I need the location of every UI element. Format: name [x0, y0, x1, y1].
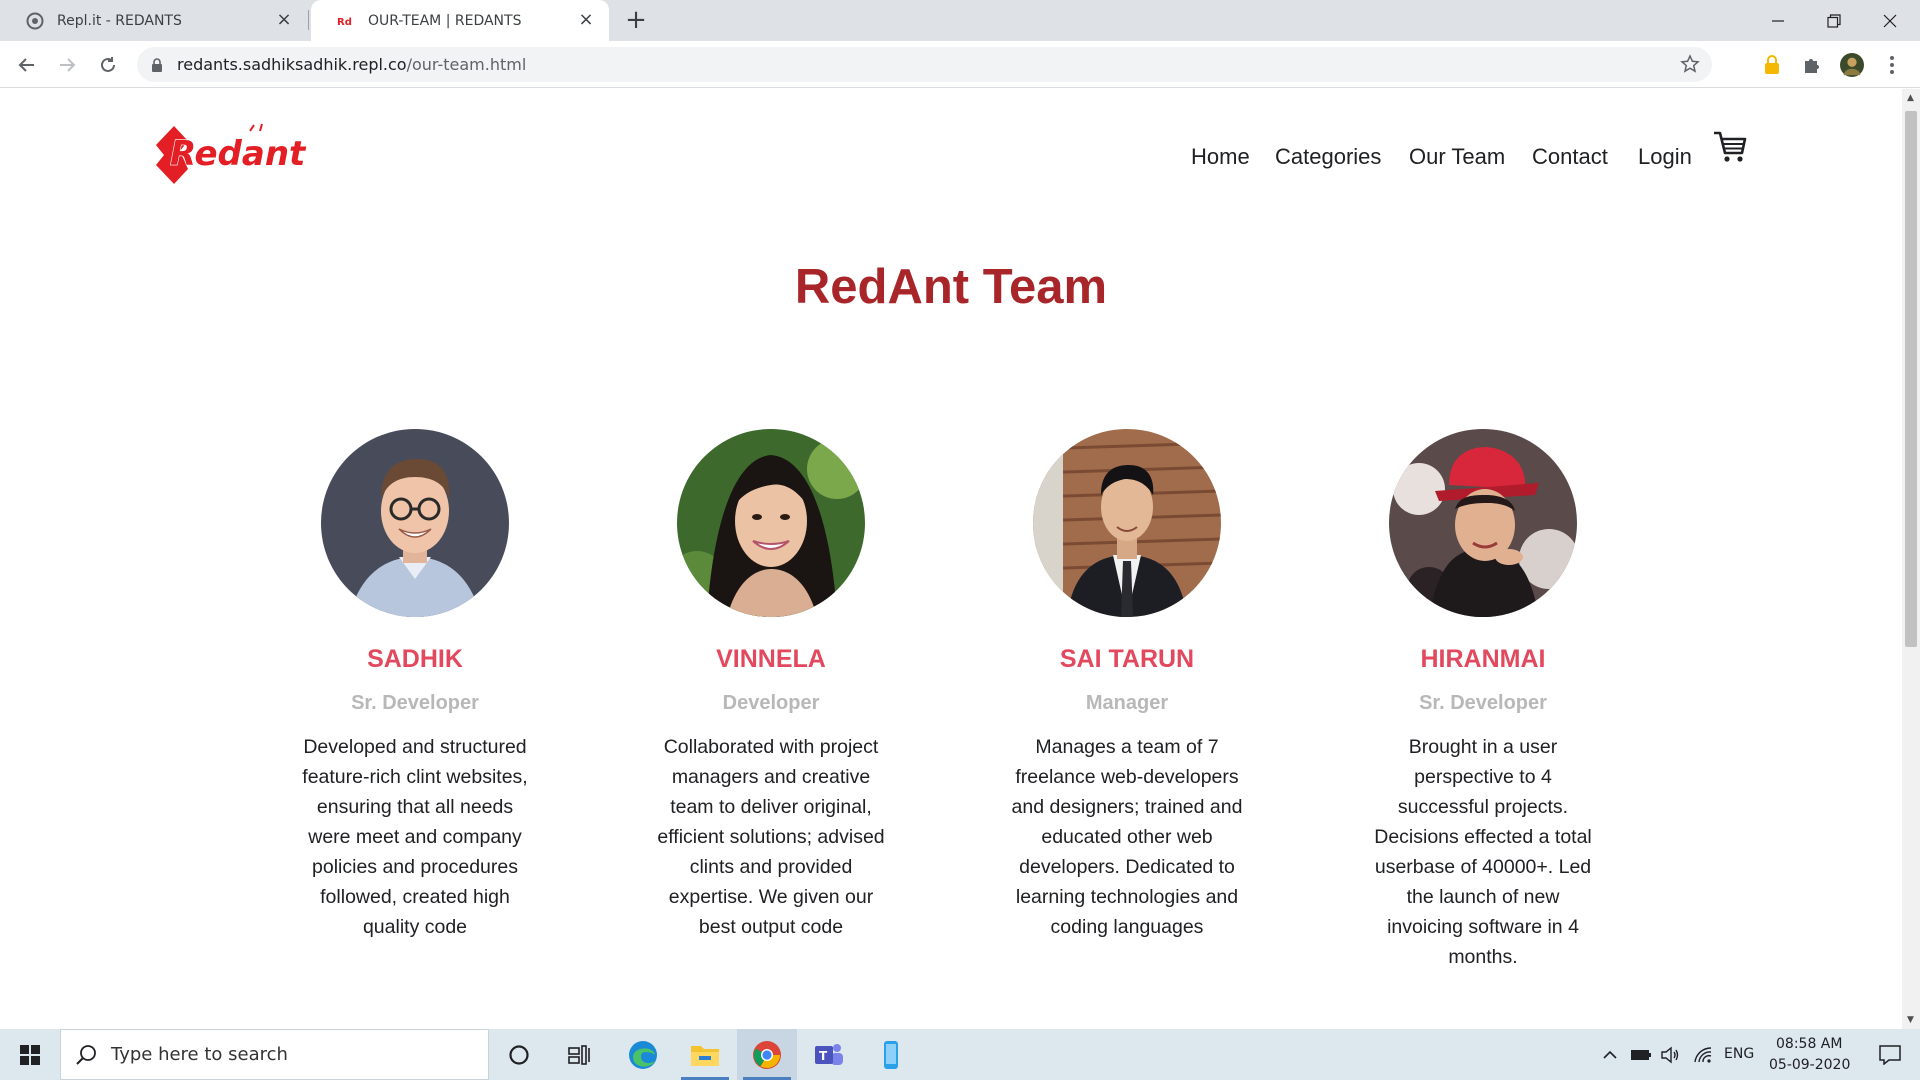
teams-icon[interactable]: T: [799, 1029, 859, 1080]
nav-contact[interactable]: Contact: [1532, 144, 1608, 170]
language-indicator[interactable]: ENG: [1724, 1046, 1754, 1062]
member-name: SADHIK: [367, 645, 463, 673]
cortana-circle-icon[interactable]: [489, 1029, 549, 1080]
member-name: SAI TARUN: [1059, 645, 1195, 673]
url-text: redants.sadhiksadhik.repl.co/our-team.ht…: [177, 55, 526, 74]
member-role: Manager: [1085, 692, 1169, 714]
member-description: Developed and structured feature-rich cl…: [302, 736, 528, 938]
new-tab-plus-icon[interactable]: +: [624, 7, 648, 33]
svg-text:T: T: [819, 1049, 828, 1063]
team-member-card: SADHIK Sr. Developer Developed and struc…: [285, 429, 545, 942]
restore-icon[interactable]: [1806, 0, 1862, 41]
member-name: VINNELA: [716, 645, 826, 673]
clock-time[interactable]: 08:58 AM: [1776, 1036, 1842, 1052]
member-description: Brought in a user perspective to 4 succe…: [1374, 736, 1592, 968]
team-member-card: VINNELA Developer Collaborated with proj…: [641, 429, 901, 942]
battery-icon[interactable]: [1626, 1029, 1656, 1080]
member-photo: [1389, 429, 1577, 617]
lock-extension-icon[interactable]: [1760, 53, 1784, 77]
tray-overflow-chevron-icon[interactable]: [1596, 1029, 1624, 1080]
svg-text:Rd: Rd: [337, 17, 352, 28]
member-description: Manages a team of 7 freelance web-develo…: [1011, 736, 1243, 938]
nav-our-team[interactable]: Our Team: [1409, 144, 1505, 170]
nav-categories[interactable]: Categories: [1275, 144, 1381, 170]
member-name: HIRANMAI: [1420, 645, 1546, 673]
windows-start-icon[interactable]: [0, 1029, 60, 1080]
chrome-browser-icon[interactable]: [737, 1029, 797, 1080]
bookmark-star-icon[interactable]: [1680, 54, 1700, 78]
profile-avatar[interactable]: [1840, 53, 1864, 77]
nav-login[interactable]: Login: [1638, 144, 1692, 170]
back-arrow-icon[interactable]: [13, 51, 41, 79]
member-photo: [677, 429, 865, 617]
wifi-icon[interactable]: [1688, 1029, 1718, 1080]
task-view-icon[interactable]: [550, 1029, 610, 1080]
forward-arrow-icon[interactable]: [53, 51, 81, 79]
tab-separator: [308, 10, 309, 30]
member-photo: [321, 429, 509, 617]
browser-toolbar: redants.sadhiksadhik.repl.co/our-team.ht…: [0, 41, 1920, 88]
page-scrollbar[interactable]: ▲ ▼: [1902, 89, 1920, 1029]
scrollbar-thumb[interactable]: [1905, 111, 1917, 647]
nav-home[interactable]: Home: [1191, 144, 1250, 170]
edge-browser-icon[interactable]: [613, 1029, 673, 1080]
lock-icon[interactable]: [151, 57, 163, 76]
logo-wordmark: Redant: [170, 134, 307, 174]
redant-logo[interactable]: Redant: [150, 121, 312, 187]
member-role: Sr. Developer: [1419, 692, 1547, 714]
close-tab-icon[interactable]: ×: [275, 11, 293, 29]
redant-favicon-icon: Rd: [337, 12, 355, 30]
search-placeholder: Type here to search: [111, 1044, 288, 1065]
member-role: Sr. Developer: [351, 692, 479, 714]
extensions-puzzle-icon[interactable]: [1800, 53, 1824, 77]
phone-app-icon[interactable]: [861, 1029, 921, 1080]
minimize-icon[interactable]: [1750, 0, 1806, 41]
team-member-card: SAI TARUN Manager Manages a team of 7 fr…: [997, 429, 1257, 942]
page-title: RedAnt Team: [794, 260, 1108, 314]
page-viewport: Redant Home Categories Our Team Contact …: [0, 89, 1902, 1029]
team-member-card: HIRANMAI Sr. Developer Brought in a user…: [1353, 429, 1613, 972]
url-path: /our-team.html: [406, 55, 527, 74]
browser-menu-icon[interactable]: [1880, 53, 1904, 77]
tab-our-team[interactable]: Rd OUR-TEAM | REDANTS ×: [311, 0, 609, 41]
clock-date[interactable]: 05-09-2020: [1769, 1057, 1850, 1073]
file-explorer-icon[interactable]: [675, 1029, 735, 1080]
member-description: Collaborated with project managers and c…: [657, 736, 885, 938]
reload-icon[interactable]: [94, 51, 122, 79]
tab-title: Repl.it - REDANTS: [57, 12, 182, 29]
notifications-icon[interactable]: [1860, 1029, 1920, 1080]
shopping-cart-icon[interactable]: [1712, 129, 1748, 165]
tab-title: OUR-TEAM | REDANTS: [368, 12, 522, 29]
member-photo: [1033, 429, 1221, 617]
url-host: redants.sadhiksadhik.repl.co: [177, 55, 407, 74]
taskbar-search-box[interactable]: Type here to search: [60, 1029, 489, 1080]
scroll-down-arrow-icon[interactable]: ▼: [1907, 1015, 1914, 1025]
close-tab-icon[interactable]: ×: [577, 11, 595, 29]
replit-favicon-icon: [26, 12, 44, 30]
tab-replit[interactable]: Repl.it - REDANTS ×: [0, 0, 307, 41]
search-icon: [75, 1044, 97, 1070]
address-bar[interactable]: redants.sadhiksadhik.repl.co/our-team.ht…: [137, 47, 1712, 82]
windows-taskbar: Type here to search T ENG 08:58 AM 05-09…: [0, 1029, 1920, 1080]
member-role: Developer: [722, 692, 820, 714]
scroll-up-arrow-icon[interactable]: ▲: [1907, 93, 1914, 103]
browser-tab-strip: Repl.it - REDANTS × Rd OUR-TEAM | REDANT…: [0, 0, 1920, 41]
close-window-icon[interactable]: [1862, 0, 1918, 41]
volume-icon[interactable]: [1656, 1029, 1686, 1080]
